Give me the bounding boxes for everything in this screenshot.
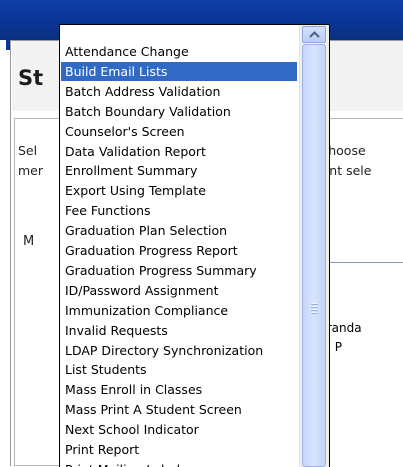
field-label: M (23, 234, 35, 249)
dropdown-option[interactable]: Build Email Lists (61, 61, 297, 81)
dropdown-option[interactable]: Batch Address Validation (61, 82, 297, 101)
dropdown-option[interactable]: Graduation Progress Report (61, 241, 297, 260)
dropdown-option[interactable]: Mass Print A Student Screen (61, 400, 297, 419)
dropdown-option[interactable]: Immunization Compliance (61, 301, 297, 320)
dropdown-option[interactable]: Fee Functions (61, 201, 297, 220)
dropdown-option[interactable]: Mass Enroll in Classes (61, 380, 297, 399)
dropdown-option[interactable]: Counselor's Screen (61, 122, 297, 141)
dropdown-option[interactable]: List Students (61, 360, 297, 379)
chevron-up-icon (309, 31, 320, 38)
dropdown-scrollbar[interactable] (299, 25, 329, 467)
dropdown-option[interactable]: Invalid Requests (61, 321, 297, 340)
dropdown-option[interactable]: ID/Password Assignment (61, 281, 297, 300)
dropdown-option[interactable]: Attendance Change (61, 42, 297, 61)
dropdown-option[interactable]: Print Report (61, 440, 297, 459)
scroll-thumb[interactable] (302, 44, 326, 467)
scroll-up-button[interactable] (302, 26, 326, 43)
dropdown-option[interactable]: Data Validation Report (61, 142, 297, 161)
page-title: St (18, 66, 44, 90)
dropdown-option[interactable]: Batch Boundary Validation (61, 102, 297, 121)
dropdown-option[interactable]: Export Using Template (61, 181, 297, 200)
tools-dropdown-list[interactable]: Attendance Change Build Email Lists Batch … (59, 24, 330, 467)
dropdown-option[interactable]: Graduation Progress Summary (61, 261, 297, 280)
dropdown-option[interactable]: Enrollment Summary (61, 161, 297, 180)
dropdown-option[interactable]: Graduation Plan Selection (61, 221, 297, 240)
dropdown-option[interactable]: LDAP Directory Synchronization (61, 341, 297, 360)
grip-icon (311, 303, 318, 315)
dropdown-option[interactable]: Next School Indicator (61, 420, 297, 439)
